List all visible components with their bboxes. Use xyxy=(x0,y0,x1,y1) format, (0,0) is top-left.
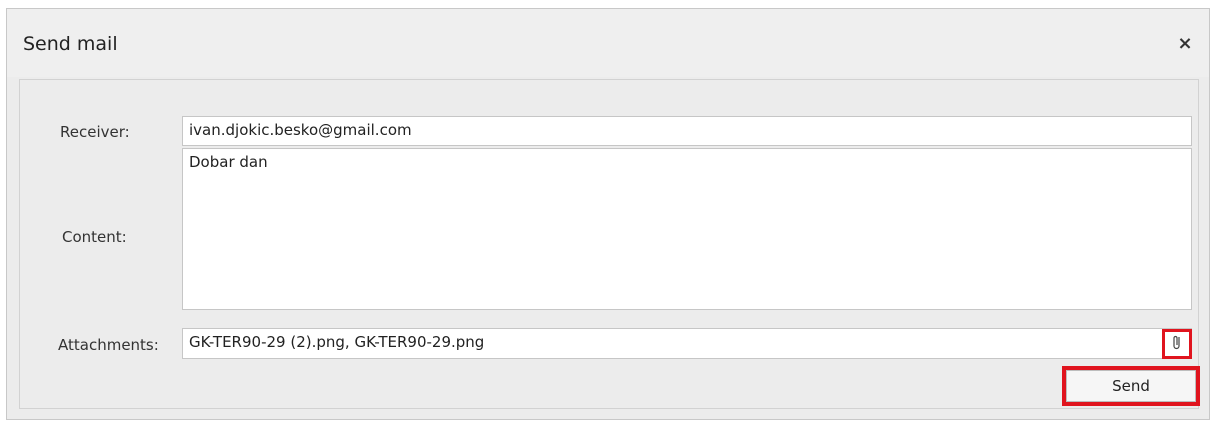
receiver-input[interactable]: ivan.djokic.besko@gmail.com xyxy=(182,116,1192,146)
send-mail-dialog: Send mail × Receiver: ivan.djokic.besko@… xyxy=(6,8,1210,420)
paperclip-icon xyxy=(1171,334,1183,354)
attachments-input[interactable]: GK-TER90-29 (2).png, GK-TER90-29.png xyxy=(182,328,1192,359)
send-button-label: Send xyxy=(1112,377,1150,395)
title-bar: Send mail × xyxy=(7,9,1209,77)
close-icon[interactable]: × xyxy=(1175,34,1195,54)
receiver-label: Receiver: xyxy=(60,123,130,141)
form-panel: Receiver: ivan.djokic.besko@gmail.com Co… xyxy=(19,79,1200,409)
send-button-face: Send xyxy=(1066,370,1196,402)
attach-file-button[interactable] xyxy=(1162,329,1192,359)
content-textarea[interactable]: Dobar dan xyxy=(182,148,1192,310)
dialog-title: Send mail xyxy=(23,33,118,55)
send-button[interactable]: Send xyxy=(1062,366,1200,406)
content-label: Content: xyxy=(62,228,127,246)
attachments-label: Attachments: xyxy=(58,336,159,354)
